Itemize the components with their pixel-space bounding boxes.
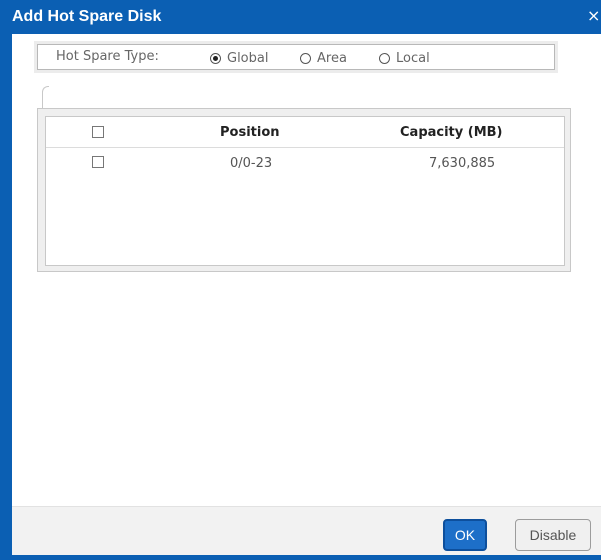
hot-spare-type-group: Hot Spare Type: Global Area Local	[37, 44, 555, 70]
add-hot-spare-dialog: Add Hot Spare Disk × Hot Spare Type: Glo…	[0, 0, 601, 560]
dialog-title-bar[interactable]: Add Hot Spare Disk ×	[0, 0, 601, 34]
hot-spare-type-label: Hot Spare Type:	[56, 49, 159, 64]
position-cell: 0/0-23	[230, 156, 273, 171]
disable-button[interactable]: Disable	[515, 519, 591, 551]
disk-table-panel: Position Capacity (MB) 0/0-23 7,630,885	[37, 108, 571, 272]
column-header-position: Position	[220, 125, 280, 140]
radio-area[interactable]: Area	[300, 49, 347, 67]
table-row[interactable]: 0/0-23 7,630,885	[46, 148, 564, 176]
dialog-title: Add Hot Spare Disk	[12, 8, 162, 25]
radio-local-label: Local	[396, 50, 430, 66]
disk-table: Position Capacity (MB) 0/0-23 7,630,885	[45, 116, 565, 266]
radio-global[interactable]: Global	[210, 49, 268, 67]
dialog-body: Hot Spare Type: Global Area Local Positi…	[12, 34, 601, 506]
radio-global-indicator[interactable]	[210, 52, 221, 64]
radio-area-label: Area	[317, 50, 347, 66]
dialog-footer: OK Disable	[12, 506, 601, 555]
radio-local[interactable]: Local	[379, 49, 430, 67]
column-header-capacity: Capacity (MB)	[400, 125, 503, 140]
table-header: Position Capacity (MB)	[46, 117, 564, 148]
capacity-cell: 7,630,885	[429, 156, 496, 171]
row-checkbox[interactable]	[92, 156, 104, 168]
panel-tab-stub	[42, 86, 49, 109]
radio-local-indicator[interactable]	[379, 52, 390, 64]
select-all-checkbox[interactable]	[92, 126, 104, 138]
radio-area-indicator[interactable]	[300, 52, 311, 64]
radio-global-label: Global	[227, 50, 269, 66]
close-icon[interactable]: ×	[587, 6, 601, 24]
ok-button[interactable]: OK	[443, 519, 487, 551]
